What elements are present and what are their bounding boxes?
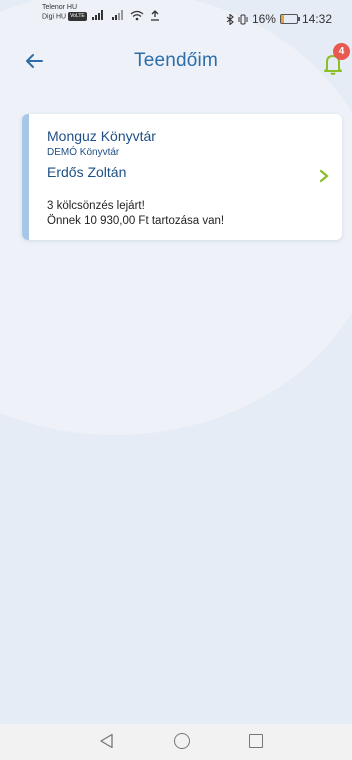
app-header: Teendőim: [0, 40, 352, 86]
card-accent-stripe: [22, 114, 29, 240]
user-name: Erdős Zoltán: [47, 164, 127, 180]
battery-fill: [280, 15, 284, 23]
library-name: Monguz Könyvtár: [47, 128, 156, 144]
debt-message: Önnek 10 930,00 Ft tartozása van!: [47, 215, 225, 227]
status-bar: Telenor HU Digi HU VoLTE 16% 14:32: [0, 0, 352, 40]
page-title: Teendőim: [134, 50, 218, 71]
library-subtitle: DEMÓ Könyvtár: [47, 147, 120, 158]
overdue-message: 3 kölcsönzés lejárt!: [47, 200, 145, 212]
nav-home-icon[interactable]: [174, 733, 190, 749]
nav-back-icon[interactable]: [99, 733, 115, 749]
signal-1-icon: [92, 10, 103, 20]
battery-icon: [279, 14, 300, 24]
upload-icon: [151, 10, 159, 21]
wifi-icon: [130, 10, 144, 21]
system-nav-bar: [0, 724, 352, 760]
vibrate-icon: [238, 14, 248, 24]
status-right: 16% 14:32: [226, 12, 332, 26]
carrier-info: Telenor HU Digi HU VoLTE: [42, 3, 87, 21]
todo-card[interactable]: Monguz Könyvtár DEMÓ Könyvtár Erdős Zolt…: [22, 114, 342, 240]
screen: Telenor HU Digi HU VoLTE 16% 14:32 Teend…: [0, 0, 352, 760]
carrier-2: Digi HU: [42, 13, 67, 21]
volte-badge: VoLTE: [68, 12, 87, 21]
bluetooth-icon: [226, 13, 234, 25]
chevron-right-icon[interactable]: [318, 169, 330, 183]
battery-percent: 16%: [251, 12, 276, 26]
signal-2-icon: [112, 10, 123, 20]
carrier-1: Telenor HU: [42, 4, 78, 11]
notification-badge: 4: [333, 43, 350, 60]
nav-recents-icon[interactable]: [249, 734, 263, 748]
clock: 14:32: [301, 12, 332, 26]
